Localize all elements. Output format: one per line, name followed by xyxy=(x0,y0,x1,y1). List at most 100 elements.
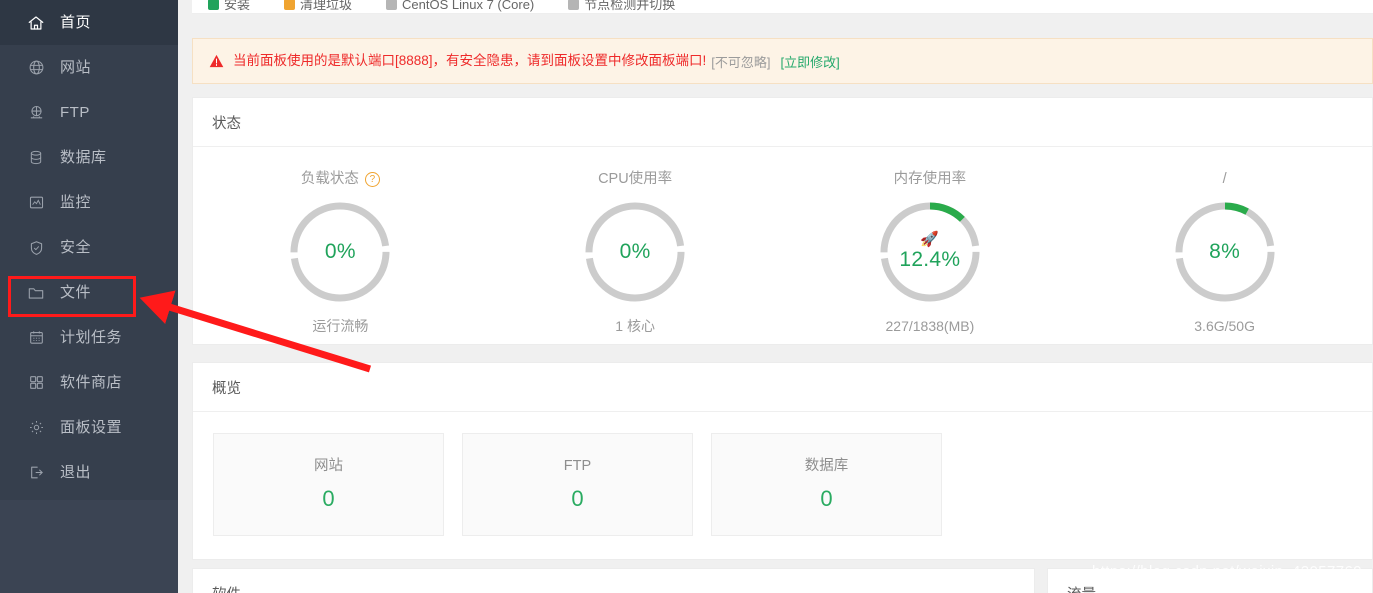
sidebar-item-label: 退出 xyxy=(60,464,92,481)
overview-card-label: FTP xyxy=(563,458,592,475)
sidebar-item-home[interactable]: 首页 xyxy=(0,0,178,45)
overview-card-website[interactable]: 网站 0 xyxy=(213,433,444,536)
gauge-subtext: 运行流畅 xyxy=(312,318,369,334)
folder-icon xyxy=(26,283,46,303)
gauge-ring: 0% xyxy=(287,199,393,305)
database-icon xyxy=(26,148,46,168)
overview-card-database[interactable]: 数据库 0 xyxy=(711,433,942,536)
gauge-caption-label: 负载状态 xyxy=(300,170,359,187)
panel-title: 软件 xyxy=(212,583,241,593)
gauge-subtext: 3.6G/50G xyxy=(1194,318,1255,334)
gauge-value-wrap: 0% xyxy=(287,199,393,305)
overview-card-value: 0 xyxy=(322,485,335,511)
status-panel-header: 状态 xyxy=(193,98,1372,147)
gauge-value-wrap: 0% xyxy=(582,199,688,305)
sidebar-item-website[interactable]: 网站 xyxy=(0,45,178,90)
sidebar-item-files[interactable]: 文件 xyxy=(0,270,178,315)
warning-text: 当前面板使用的是默认端口[8888]，有安全隐患，请到面板设置中修改面板端口! xyxy=(233,53,707,69)
gauge-subtext: 227/1838(MB) xyxy=(885,318,975,334)
panel-title: 概览 xyxy=(212,380,241,397)
gauge-row: 负载状态 ? 0% 运行流畅 CPU使用率 0% 1 核心 内存使用率 🚀 12… xyxy=(193,147,1372,344)
gauge-memory: 内存使用率 🚀 12.4% 227/1838(MB) xyxy=(783,147,1078,344)
toolbar-strip-item: CentOS Linux 7 (Core) xyxy=(386,0,534,11)
gauge-ring: 🚀 12.4% xyxy=(877,199,983,305)
cleanup-icon xyxy=(284,0,296,10)
sidebar-item-label: 安全 xyxy=(60,239,92,256)
toolbar-strip-label: CentOS Linux 7 (Core) xyxy=(402,0,535,12)
sidebar-item-label: 监控 xyxy=(60,194,92,211)
main-content: 安装 清理垃圾 CentOS Linux 7 (Core) 节点检测并切换 当前… xyxy=(178,0,1373,593)
gauge-caption: / xyxy=(1223,171,1227,187)
panel-title: 状态 xyxy=(212,115,241,132)
software-panel: 软件 xyxy=(192,568,1035,593)
shield-icon xyxy=(26,238,46,258)
gauge-caption: 内存使用率 xyxy=(894,171,967,187)
rocket-icon: 🚀 xyxy=(920,230,940,248)
gauge-caption-label: CPU使用率 xyxy=(598,170,673,187)
help-icon[interactable]: ? xyxy=(364,171,380,187)
sidebar-item-monitor[interactable]: 监控 xyxy=(0,180,178,225)
sidebar-item-ftp[interactable]: FTP xyxy=(0,90,178,135)
monitor-icon xyxy=(26,193,46,213)
gauge-cpu: CPU使用率 0% 1 核心 xyxy=(488,147,783,344)
gauge-value: 8% xyxy=(1209,240,1241,263)
sidebar-item-label: 文件 xyxy=(60,284,92,301)
gauge-value: 0% xyxy=(619,240,651,263)
sidebar-menu: 首页 网站 FTP 数据库 监控 安全 文件 计划任务 软件商店 面板设置 退出 xyxy=(0,0,178,495)
globe-icon xyxy=(26,58,46,78)
overview-panel: 概览 网站 0 FTP 0 数据库 0 xyxy=(192,362,1373,560)
flow-panel: 流量 xyxy=(1047,568,1373,593)
status-panel: 状态 负载状态 ? 0% 运行流畅 CPU使用率 0% 1 核心 内存使用率 🚀… xyxy=(192,97,1373,345)
sidebar-footer xyxy=(0,500,178,593)
warning-fix-link[interactable]: [立即修改] xyxy=(781,52,840,71)
sidebar-item-settings[interactable]: 面板设置 xyxy=(0,405,178,450)
sidebar-item-label: 计划任务 xyxy=(60,329,123,346)
sidebar-item-label: 数据库 xyxy=(60,149,107,166)
warning-banner: 当前面板使用的是默认端口[8888]，有安全隐患，请到面板设置中修改面板端口! … xyxy=(192,38,1373,84)
overview-card-ftp[interactable]: FTP 0 xyxy=(462,433,693,536)
gauge-value-wrap: 🚀 12.4% xyxy=(877,199,983,305)
gauge-ring: 0% xyxy=(582,199,688,305)
gauge-caption-label: 内存使用率 xyxy=(893,170,967,187)
panel-title: 流量 xyxy=(1067,583,1096,593)
sidebar: 首页 网站 FTP 数据库 监控 安全 文件 计划任务 软件商店 面板设置 退出 xyxy=(0,0,178,593)
toolbar-strip-label: 节点检测并切换 xyxy=(584,0,676,12)
sidebar-item-database[interactable]: 数据库 xyxy=(0,135,178,180)
overview-card-value: 0 xyxy=(820,485,833,511)
sidebar-item-label: 首页 xyxy=(60,14,92,31)
overview-panel-header: 概览 xyxy=(193,363,1372,412)
gauge-value: 0% xyxy=(324,240,356,263)
toolbar-strip-item[interactable]: 清理垃圾 xyxy=(284,0,352,11)
overview-card-label: 数据库 xyxy=(804,458,849,475)
warning-note: [不可忽略] xyxy=(711,54,771,70)
toolbar-strip: 安装 清理垃圾 CentOS Linux 7 (Core) 节点检测并切换 xyxy=(192,0,1373,14)
sidebar-item-logout[interactable]: 退出 xyxy=(0,450,178,495)
gauge-value-wrap: 8% xyxy=(1172,199,1278,305)
gauge-caption: CPU使用率 xyxy=(598,171,672,187)
install-icon xyxy=(208,0,219,10)
toolbar-strip-label: 安装 xyxy=(224,0,251,12)
sidebar-item-label: FTP xyxy=(60,104,90,121)
sidebar-item-crontab[interactable]: 计划任务 xyxy=(0,315,178,360)
toolbar-strip-item[interactable]: 安装 xyxy=(208,0,250,11)
sidebar-item-appstore[interactable]: 软件商店 xyxy=(0,360,178,405)
gear-icon xyxy=(26,418,46,438)
sidebar-item-security[interactable]: 安全 xyxy=(0,225,178,270)
calendar-icon xyxy=(26,328,46,348)
overview-card-label: 网站 xyxy=(314,458,343,475)
warning-triangle-icon xyxy=(209,54,224,68)
gauge-value: 12.4% xyxy=(899,247,961,271)
gauge-caption: 负载状态 ? xyxy=(301,171,380,187)
bt-panel-screen: 首页 网站 FTP 数据库 监控 安全 文件 计划任务 软件商店 面板设置 退出… xyxy=(0,0,1373,593)
gauge-ring: 8% xyxy=(1172,199,1278,305)
gauge-load: 负载状态 ? 0% 运行流畅 xyxy=(193,147,488,344)
os-icon xyxy=(386,0,398,10)
toolbar-strip-item[interactable]: 节点检测并切换 xyxy=(568,0,675,11)
gauge-subtext: 1 核心 xyxy=(615,318,655,334)
gauge-disk: / 8% 3.6G/50G xyxy=(1077,147,1372,344)
grid-icon xyxy=(26,373,46,393)
ftp-icon xyxy=(26,103,46,123)
toolbar-strip-label: 清理垃圾 xyxy=(300,0,353,12)
overview-card-value: 0 xyxy=(571,485,584,511)
overview-card-row: 网站 0 FTP 0 数据库 0 xyxy=(213,433,942,536)
